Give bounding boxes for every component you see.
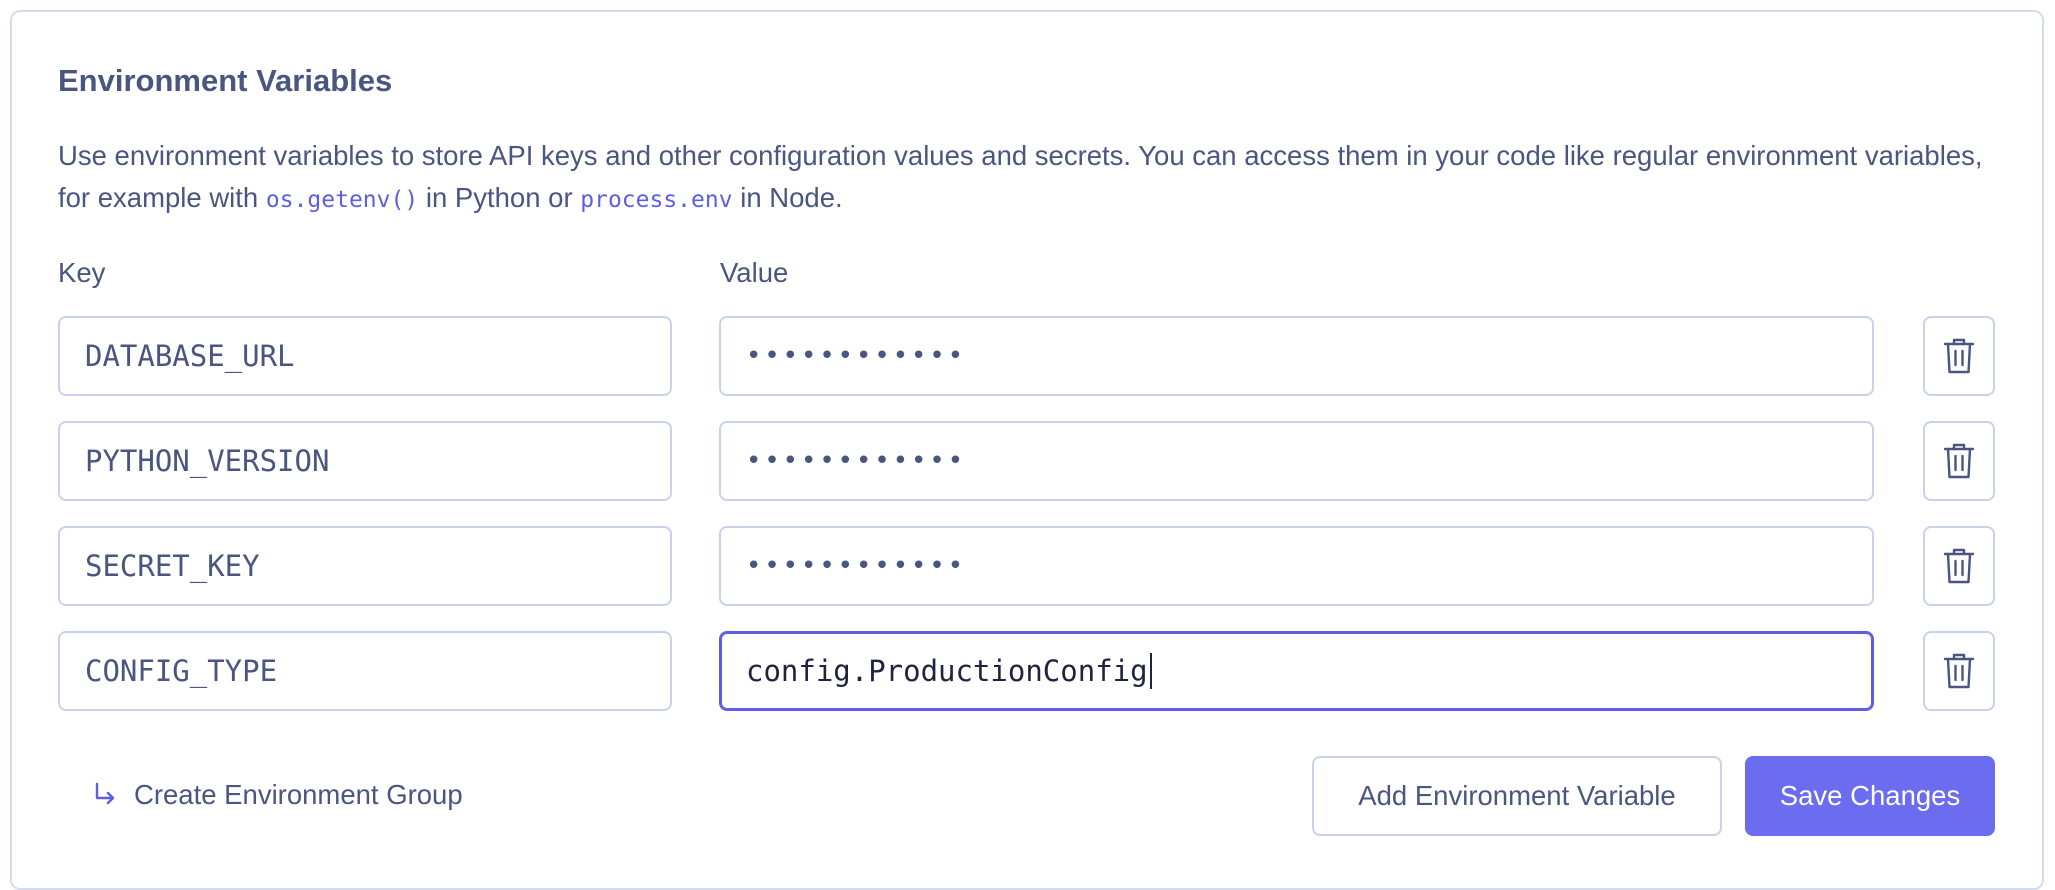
code-os-getenv: os.getenv() bbox=[265, 187, 419, 213]
trash-icon bbox=[1943, 338, 1975, 374]
value-text: config.ProductionConfig bbox=[746, 654, 1148, 688]
section-description: Use environment variables to store API k… bbox=[58, 135, 2008, 221]
key-input[interactable]: PYTHON_VERSION bbox=[58, 421, 672, 501]
add-environment-variable-button[interactable]: Add Environment Variable bbox=[1312, 756, 1722, 836]
create-group-label: Create Environment Group bbox=[134, 779, 463, 810]
value-input[interactable]: •••••••••••• bbox=[719, 316, 1874, 396]
section-title: Environment Variables bbox=[58, 63, 393, 98]
text-caret bbox=[1149, 653, 1152, 689]
key-input[interactable]: SECRET_KEY bbox=[58, 526, 672, 606]
value-input[interactable]: •••••••••••• bbox=[719, 526, 1874, 606]
trash-icon bbox=[1943, 443, 1975, 479]
value-input-focused[interactable]: config.ProductionConfig bbox=[719, 631, 1874, 711]
delete-variable-button[interactable] bbox=[1923, 316, 1995, 396]
delete-variable-button[interactable] bbox=[1923, 421, 1995, 501]
key-input[interactable]: DATABASE_URL bbox=[58, 316, 672, 396]
save-changes-button[interactable]: Save Changes bbox=[1745, 756, 1995, 836]
create-environment-group-link[interactable]: Create Environment Group bbox=[92, 775, 463, 815]
description-text-2: in Python or bbox=[418, 182, 581, 213]
trash-icon bbox=[1943, 653, 1975, 689]
description-text-3: in Node. bbox=[732, 182, 843, 213]
code-process-env: process.env bbox=[580, 187, 733, 213]
value-input[interactable]: •••••••••••• bbox=[719, 421, 1874, 501]
value-column-label: Value bbox=[720, 257, 789, 288]
key-input[interactable]: CONFIG_TYPE bbox=[58, 631, 672, 711]
delete-variable-button[interactable] bbox=[1923, 631, 1995, 711]
key-column-label: Key bbox=[58, 257, 106, 288]
arrow-return-right-icon bbox=[92, 781, 118, 809]
trash-icon bbox=[1943, 548, 1975, 584]
delete-variable-button[interactable] bbox=[1923, 526, 1995, 606]
